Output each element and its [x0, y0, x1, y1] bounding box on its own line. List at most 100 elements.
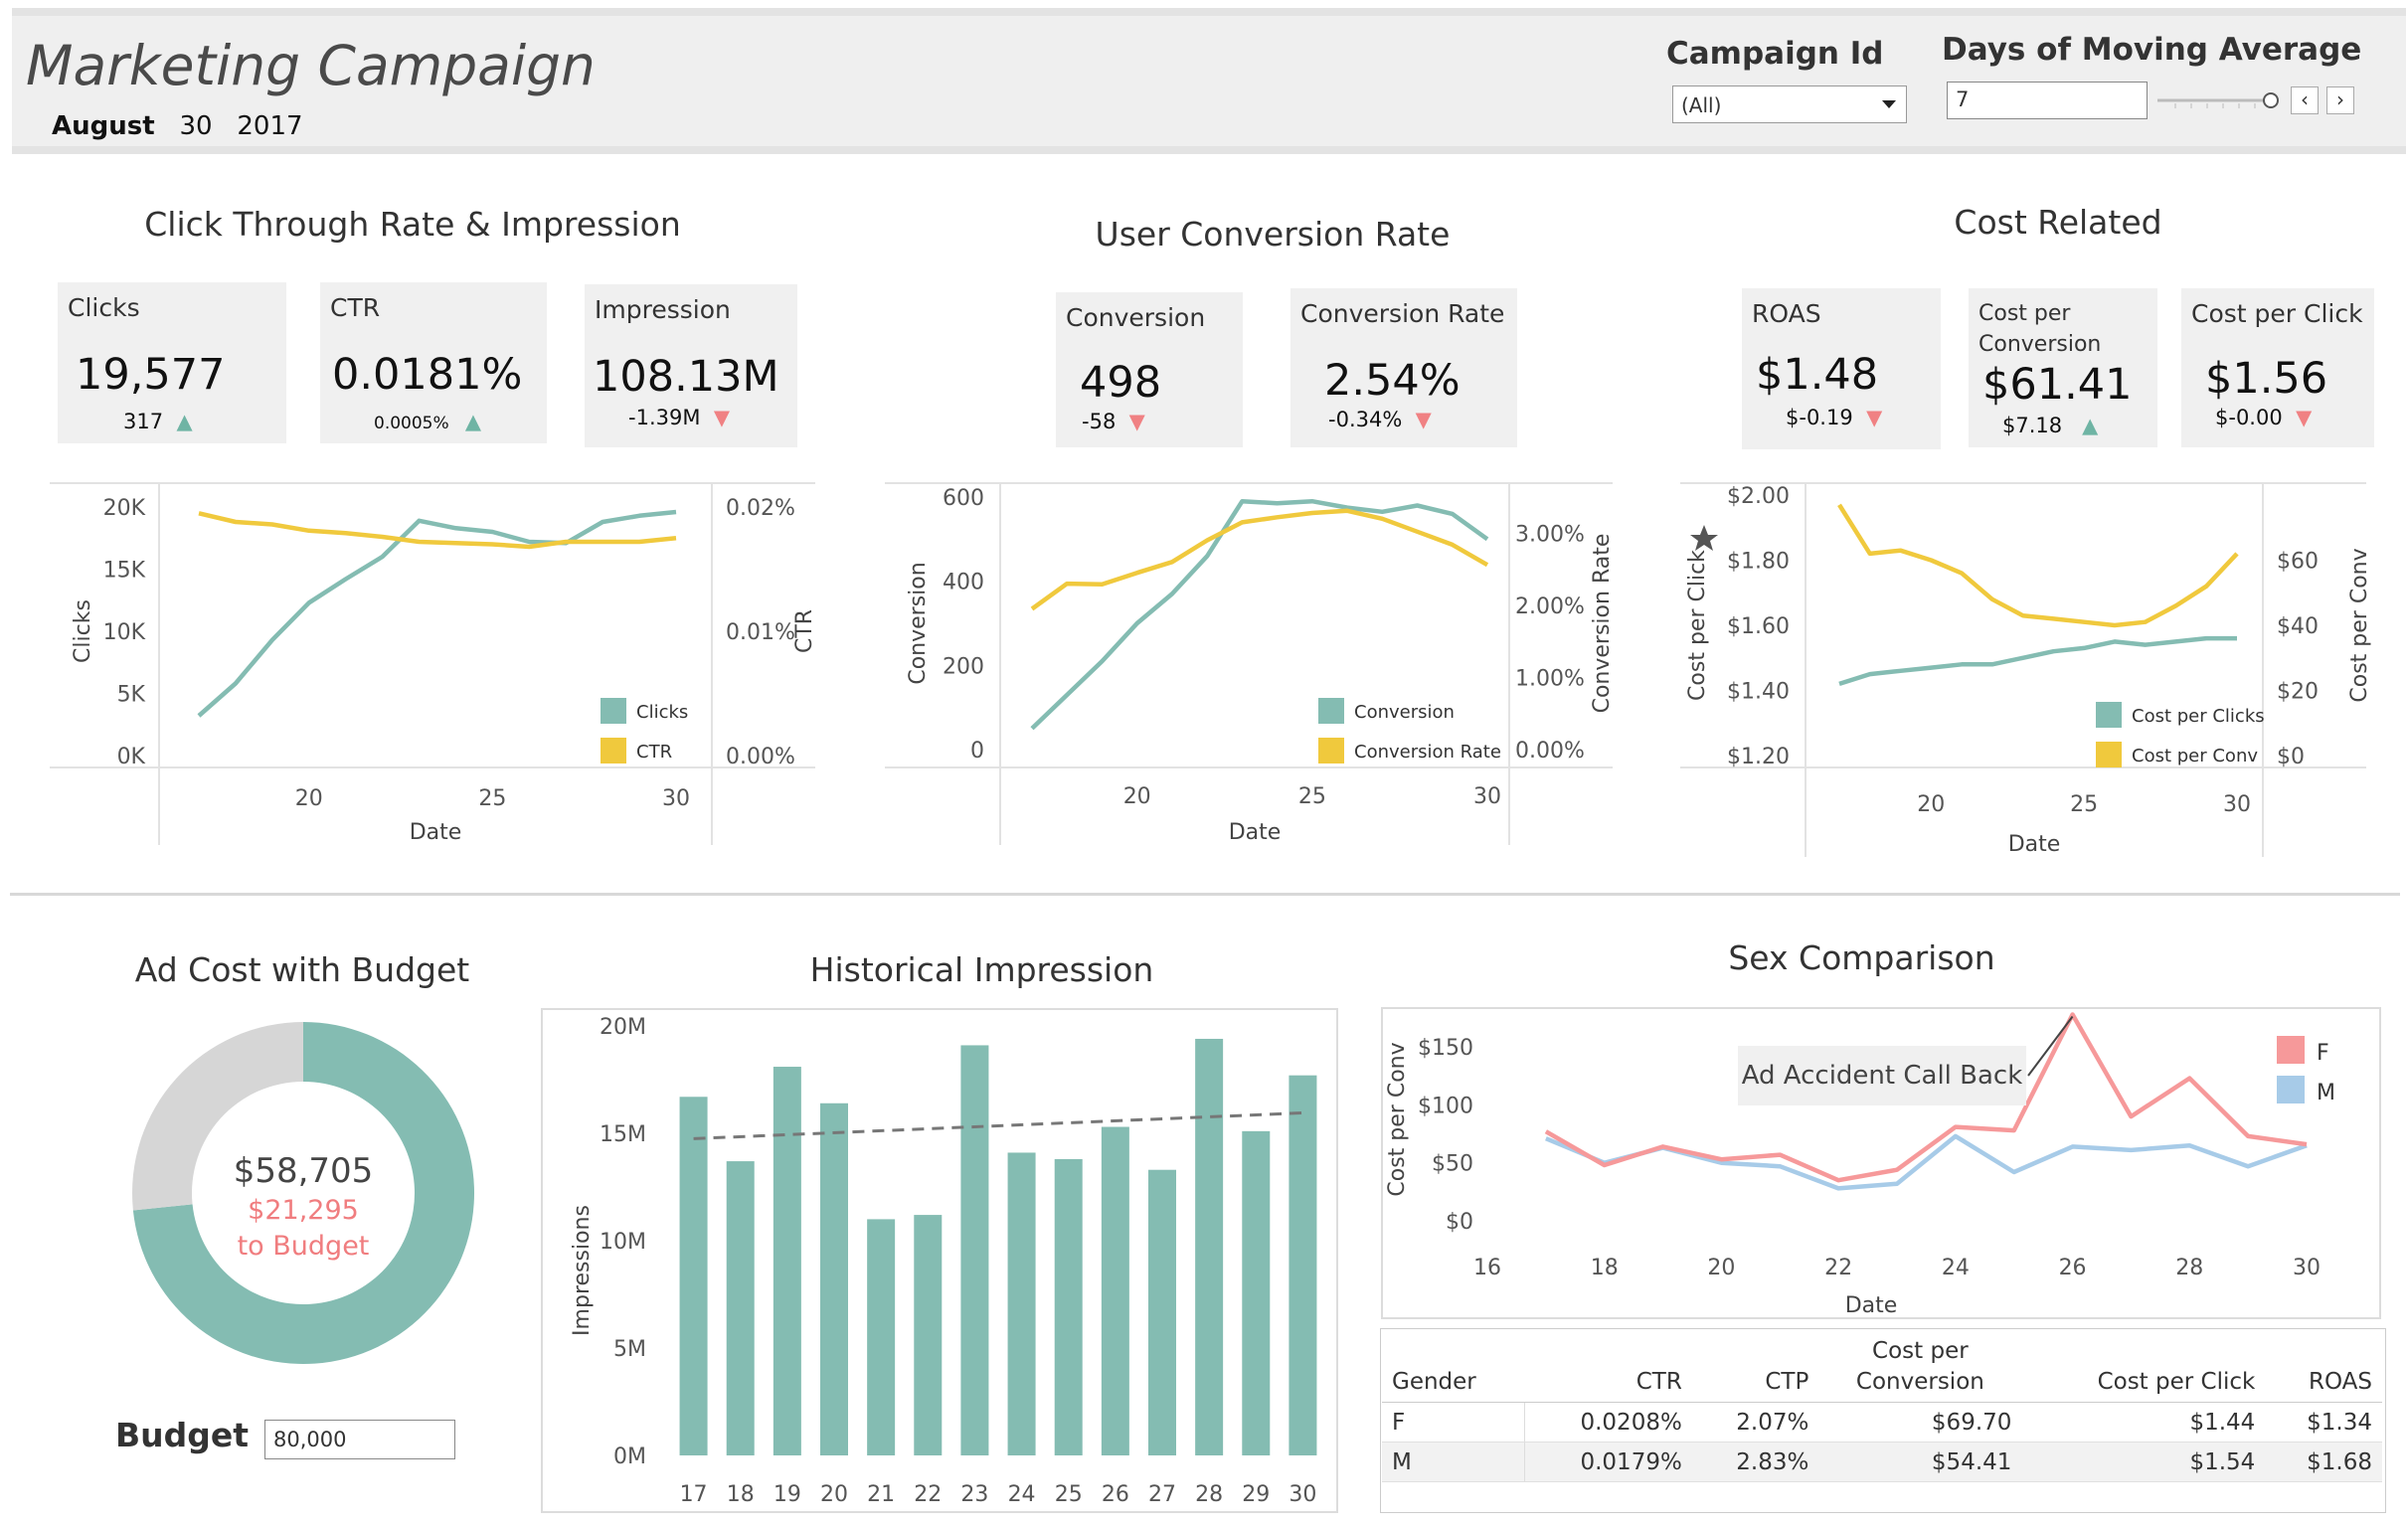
bar — [1242, 1130, 1271, 1455]
kpi-delta: -58 ▼ — [1082, 410, 1145, 433]
kpi-value: 19,577 — [76, 350, 226, 400]
legend-swatch — [601, 698, 626, 724]
x-tick-label: 28 — [2175, 1256, 2203, 1280]
legend-label: Conversion — [1354, 702, 1455, 723]
x-tick-label: 23 — [960, 1482, 988, 1507]
kpi-label: ROAS — [1752, 299, 1821, 328]
series-line-conversion-rate — [1030, 508, 1489, 611]
legend-label: Conversion Rate — [1354, 742, 1501, 763]
col-header: ROAS — [2265, 1332, 2382, 1403]
kpi-value: 0.0181% — [332, 350, 523, 400]
kpi-ctr: CTR 0.0181% 0.0005% ▲ — [320, 282, 547, 443]
table-cell: M — [1382, 1442, 1526, 1482]
x-tick-label: 26 — [2059, 1256, 2087, 1280]
dashboard-title: Marketing Campaign — [26, 34, 596, 97]
report-date: August 30 2017 — [52, 111, 303, 141]
x-tick-label: 30 — [2293, 1256, 2321, 1280]
slider-handle[interactable] — [2263, 92, 2279, 108]
y-left-tick-label: 20K — [103, 496, 146, 521]
remaining-budget-caption: to Budget — [237, 1231, 370, 1262]
legend-swatch — [2277, 1036, 2305, 1064]
y-right-tick-label: 0.00% — [726, 745, 795, 769]
table-row: F 0.0208% 2.07% $69.70 $1.44 $1.34 — [1382, 1402, 2382, 1442]
chevron-down-icon[interactable] — [1882, 100, 1896, 108]
kpi-label: Cost per Conversion — [1978, 301, 2102, 357]
x-tick-label: 30 — [1289, 1482, 1316, 1507]
bar — [1195, 1038, 1224, 1455]
col-header: Gender — [1382, 1332, 1525, 1403]
annotation-pointer — [2027, 1015, 2074, 1077]
x-tick-label: 18 — [1591, 1256, 1619, 1280]
y-right-tick-label: 2.00% — [1515, 594, 1585, 619]
col-header: CTP — [1691, 1332, 1819, 1403]
slider-prev-button[interactable]: ‹ — [2291, 86, 2319, 114]
bar — [914, 1215, 943, 1455]
sex-section-title: Sex Comparison — [1728, 938, 1995, 977]
bar — [1101, 1126, 1129, 1455]
budget-input[interactable]: 80,000 — [264, 1420, 455, 1459]
conversion-chart: 0 200 400 600 0.00% 1.00% 2.00% 3.00% 20 25 30 Date… — [885, 482, 1615, 845]
legend-label: Cost per Clicks — [2132, 706, 2265, 727]
kpi-value: $1.48 — [1756, 350, 1879, 400]
kpi-label: Clicks — [68, 293, 140, 322]
table-cell: 2.83% — [1691, 1442, 1819, 1482]
y-left-tick-label: 10K — [103, 620, 146, 645]
y-right-tick-label: 0.00% — [1515, 739, 1585, 764]
slider-next-button[interactable]: › — [2326, 86, 2354, 114]
x-tick-label: 20 — [1917, 792, 1945, 817]
days-moving-average-input[interactable]: 7 — [1947, 82, 2148, 119]
days-slider[interactable] — [2155, 87, 2279, 113]
bar — [1289, 1075, 1317, 1455]
table-cell: $1.34 — [2265, 1402, 2382, 1442]
x-tick-label: 30 — [1473, 784, 1501, 809]
kpi-delta: $-0.19 ▼ — [1786, 406, 1883, 429]
campaign-id-select[interactable]: (All) — [1672, 85, 1907, 123]
kpi-label: Conversion Rate — [1300, 299, 1505, 328]
conversion-section-title: User Conversion Rate — [1095, 215, 1451, 254]
budget-input-value: 80,000 — [273, 1428, 347, 1451]
y-left-tick-label: 5K — [117, 683, 146, 708]
y-right-axis-label: CTR — [792, 609, 817, 653]
x-tick-label: 20 — [820, 1482, 848, 1507]
triangle-down-icon: ▼ — [1128, 410, 1145, 433]
y-left-tick-label: $1.40 — [1727, 680, 1790, 705]
kpi-label: Impression — [595, 295, 731, 324]
kpi-conversion-rate: Conversion Rate 2.54% -0.34% ▼ — [1290, 288, 1517, 447]
kpi-cost-per-click: Cost per Click $1.56 $-0.00 ▼ — [2181, 288, 2374, 447]
x-tick-label: 24 — [1008, 1482, 1036, 1507]
x-tick-label: 20 — [1123, 784, 1151, 809]
y-tick-label: 10M — [600, 1230, 646, 1255]
kpi-value: 2.54% — [1324, 356, 1461, 406]
table-cell: $1.68 — [2265, 1442, 2382, 1482]
y-tick-label: $100 — [1418, 1094, 1473, 1118]
y-left-axis-label: Conversion — [906, 562, 931, 684]
x-axis-label: Date — [1229, 820, 1282, 845]
kpi-delta: 0.0005% ▲ — [374, 410, 482, 433]
y-left-tick-label: 600 — [943, 486, 984, 511]
budget-donut-chart — [132, 1022, 474, 1364]
bar — [773, 1067, 801, 1455]
table-cell: $1.44 — [2021, 1402, 2266, 1442]
days-moving-average-value: 7 — [1956, 87, 1970, 111]
y-tick-label: 5M — [613, 1337, 646, 1362]
bar — [820, 1103, 848, 1455]
y-left-tick-label: 0 — [970, 739, 984, 764]
y-tick-label: 15M — [600, 1122, 646, 1147]
date-month: August — [52, 111, 155, 141]
date-year: 2017 — [237, 111, 303, 141]
campaign-id-label: Campaign Id — [1666, 36, 1884, 72]
legend-swatch — [1318, 698, 1344, 724]
y-axis-label: Impressions — [570, 1205, 595, 1336]
legend-swatch — [2096, 702, 2122, 728]
x-tick-label: 18 — [727, 1482, 755, 1507]
series-line-ctr — [198, 511, 677, 550]
kpi-delta: 317 ▲ — [123, 410, 193, 433]
kpi-label: CTR — [330, 293, 381, 322]
series-line-conversion — [1030, 498, 1489, 731]
legend-label: M — [2317, 1081, 2335, 1105]
x-tick-label: 25 — [2070, 792, 2098, 817]
kpi-clicks: Clicks 19,577 317 ▲ — [58, 282, 286, 443]
cost-chart: $1.20 $1.40 $1.60 $1.80 $2.00 $0 $20 $40 $60 20 25… — [1680, 482, 2372, 857]
remaining-budget-value: $21,295 — [248, 1195, 359, 1226]
y-tick-label: $50 — [1432, 1152, 1473, 1177]
